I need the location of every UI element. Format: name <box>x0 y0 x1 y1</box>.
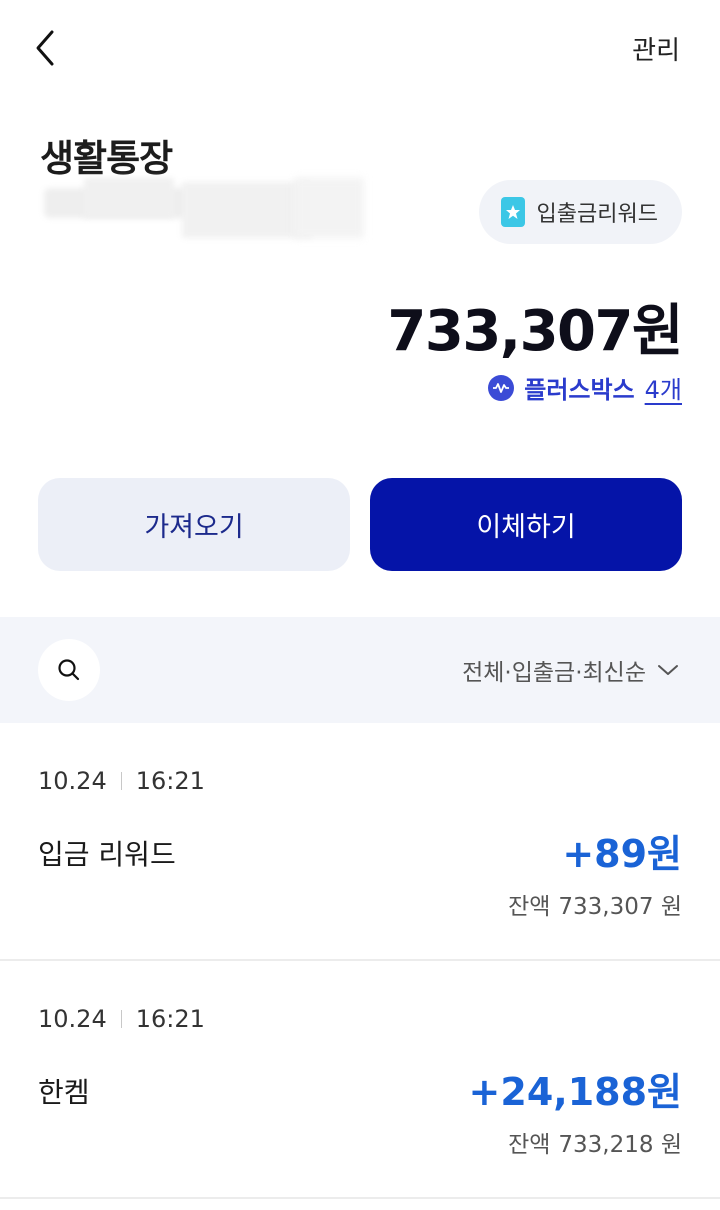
transaction-datetime: 10.24 16:21 <box>38 767 205 795</box>
plusbox-count[interactable]: 4개 <box>645 370 682 405</box>
search-icon <box>58 659 80 681</box>
fetch-button[interactable]: 가져오기 <box>38 478 350 571</box>
account-balance: 733,307원 <box>387 299 683 364</box>
balance-label: 잔액 <box>508 894 551 920</box>
balance-label: 잔액 <box>508 1132 551 1158</box>
separator <box>120 772 122 790</box>
transaction-description: 입금 리워드 <box>38 838 176 871</box>
top-bar: 관리 <box>0 0 720 96</box>
transaction-balance: 잔액 733,307 원 <box>508 887 682 921</box>
transaction-balance: 잔액 733,218 원 <box>508 1125 682 1159</box>
transaction-time: 16:21 <box>135 767 205 795</box>
reward-chip[interactable]: 입출금리워드 <box>478 180 682 244</box>
filter-label: 전체·입출금·최신순 <box>462 660 646 686</box>
balance-value: 733,218 원 <box>558 1132 682 1158</box>
transaction-description: 한켐 <box>38 1076 90 1109</box>
account-title: 생활통장 <box>40 137 173 180</box>
separator <box>120 1010 122 1028</box>
filter-dropdown[interactable]: 전체·입출금·최신순 <box>462 653 680 687</box>
manage-button[interactable]: 관리 <box>632 30 680 67</box>
transaction-row[interactable]: 10.24 16:21 한켐 +24,188원 잔액 733,218 원 <box>0 961 720 1199</box>
balance-value: 733,307 원 <box>558 894 682 920</box>
search-button[interactable] <box>38 639 100 701</box>
wave-icon <box>488 374 515 401</box>
transaction-datetime: 10.24 16:21 <box>38 1005 205 1033</box>
plusbox-link[interactable]: 플러스박스 4개 <box>488 370 682 405</box>
transfer-button[interactable]: 이체하기 <box>370 478 682 571</box>
transaction-date: 10.24 <box>38 1005 107 1033</box>
transaction-amount: +89원 <box>562 832 682 876</box>
star-icon <box>500 197 525 227</box>
filter-bar: 전체·입출금·최신순 <box>0 617 720 723</box>
transaction-time: 16:21 <box>135 1005 205 1033</box>
transaction-row[interactable]: 10.24 16:21 입금 리워드 +89원 잔액 733,307 원 <box>0 723 720 961</box>
account-number-redacted <box>44 178 364 244</box>
chevron-left-icon <box>36 30 54 66</box>
reward-chip-label: 입출금리워드 <box>536 202 658 227</box>
back-button[interactable] <box>28 26 68 70</box>
chevron-down-icon <box>658 665 678 675</box>
transaction-date: 10.24 <box>38 767 107 795</box>
plusbox-label: 플러스박스 <box>524 376 635 404</box>
transaction-amount: +24,188원 <box>468 1070 682 1114</box>
